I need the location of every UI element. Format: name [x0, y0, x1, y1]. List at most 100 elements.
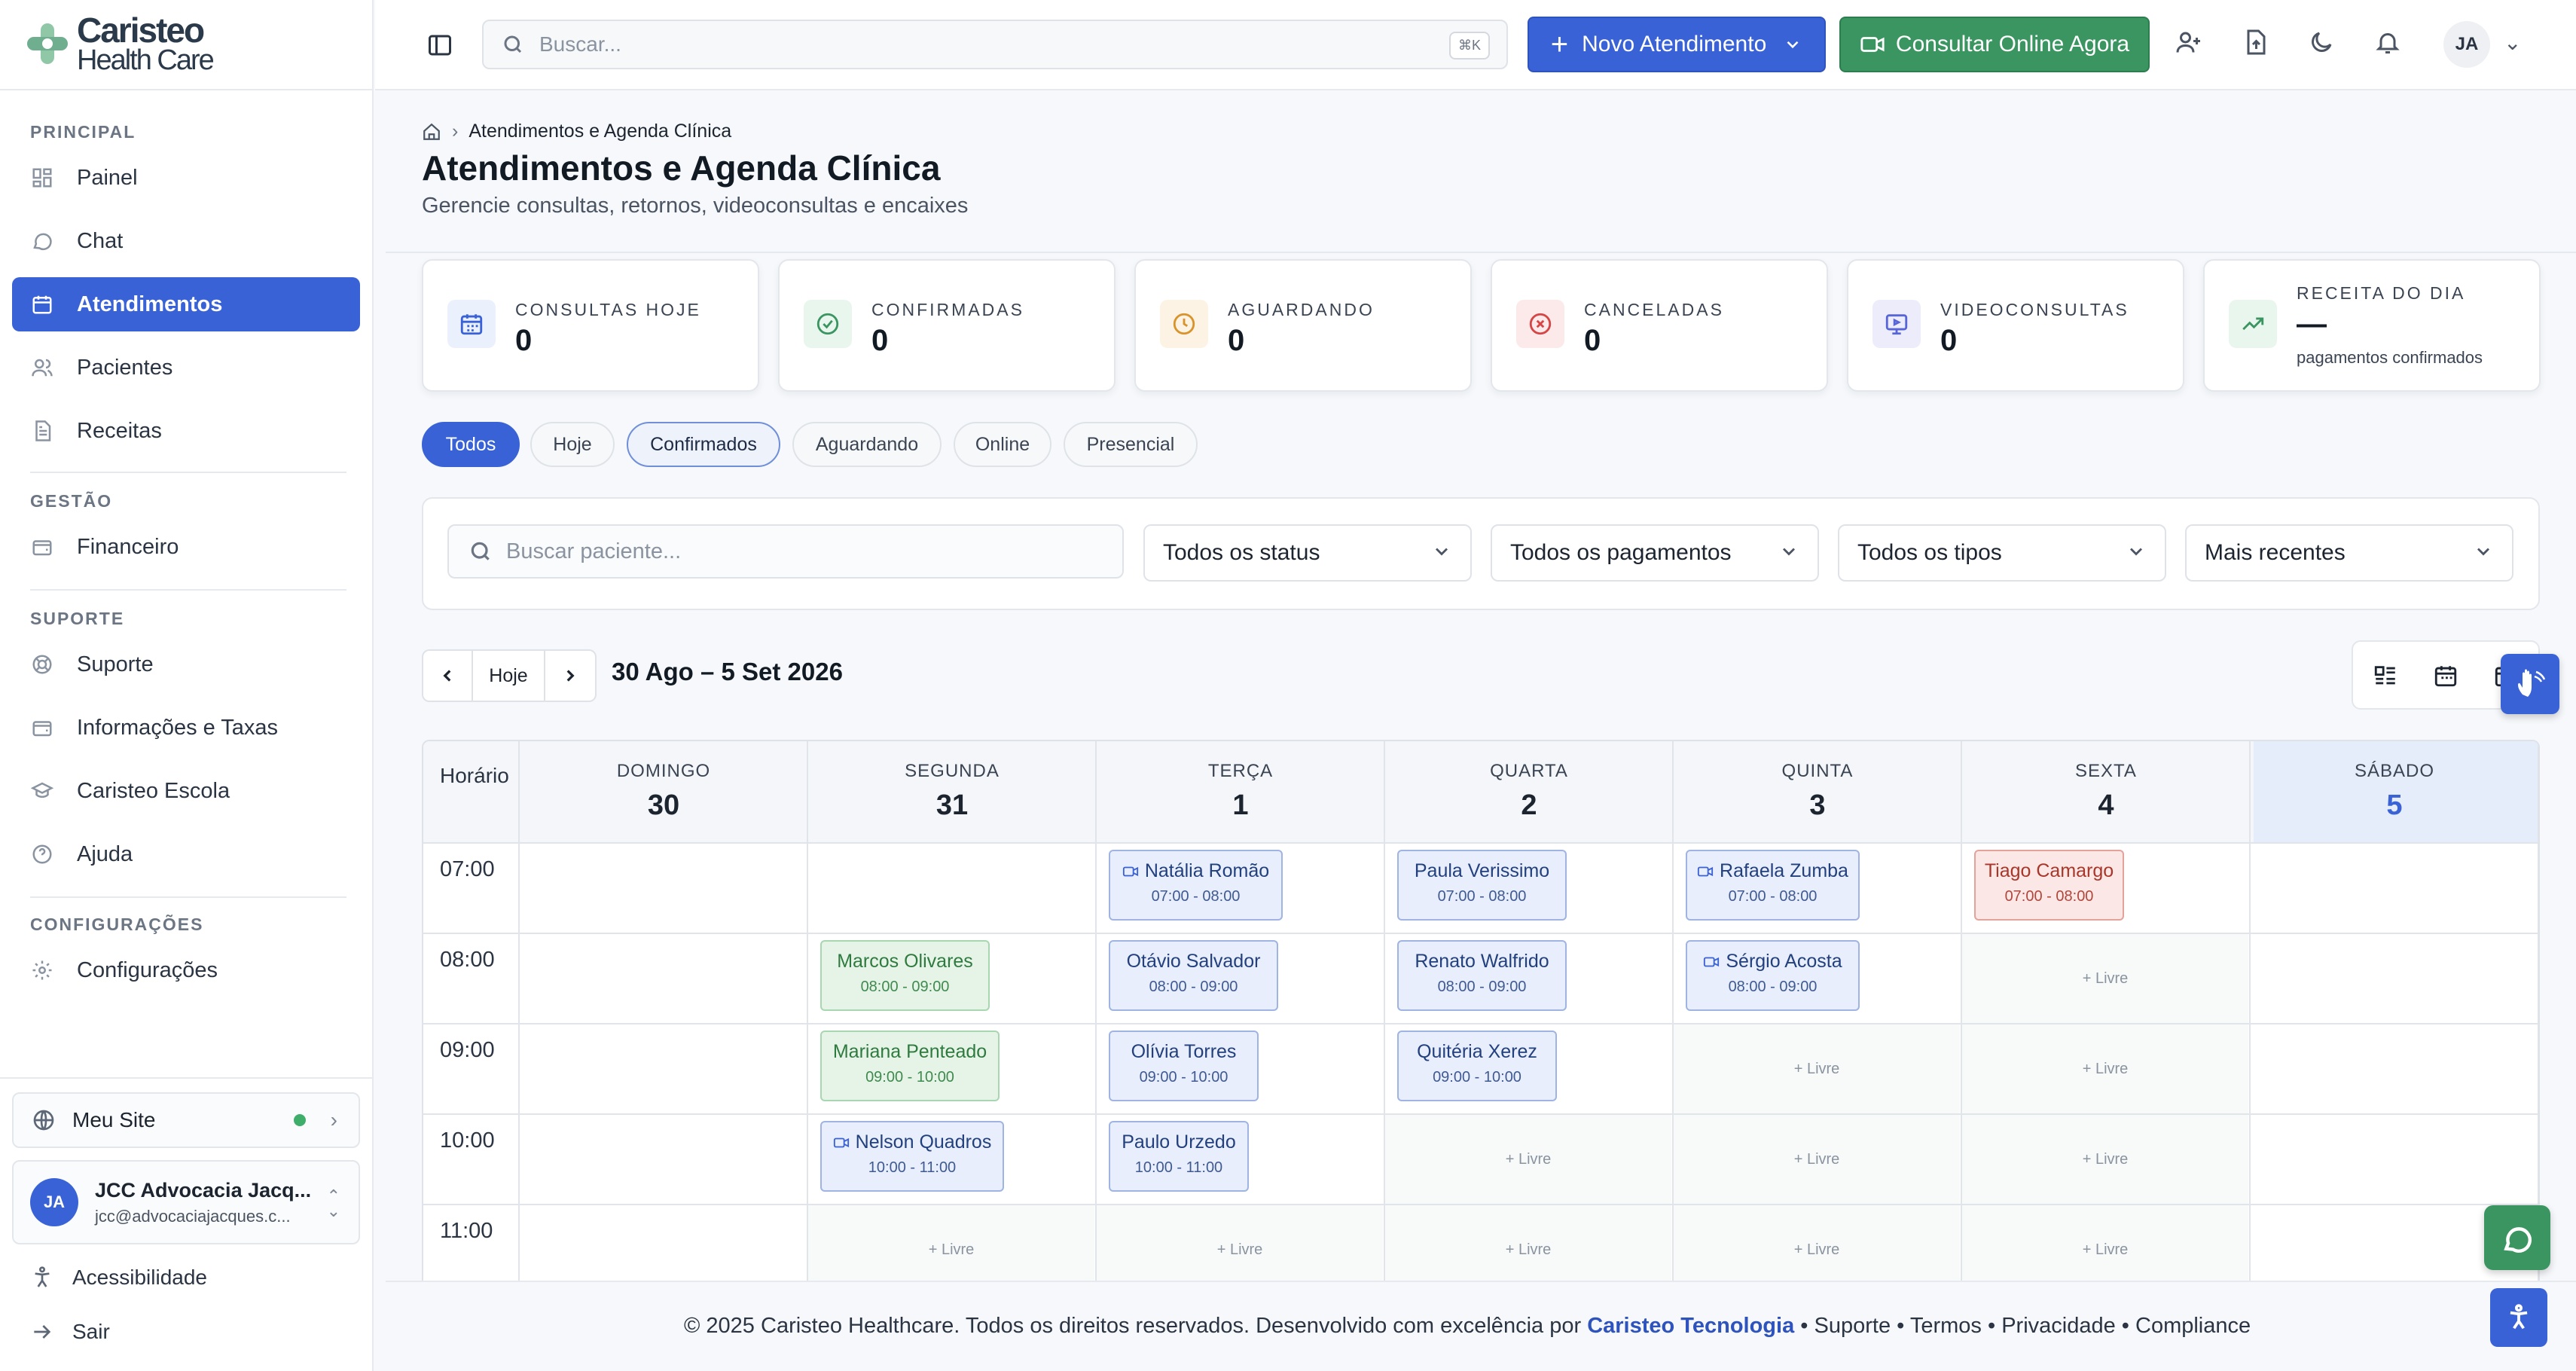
patient-name: Olívia Torres: [1110, 1041, 1257, 1063]
ordenacao-select[interactable]: Mais recentes: [2185, 524, 2513, 582]
sidebar-item-receitas[interactable]: Receitas: [12, 404, 360, 458]
consultar-online-label: Consultar Online Agora: [1895, 32, 2130, 56]
day-header-terça[interactable]: TERÇA 1: [1097, 761, 1384, 822]
caristeo-tecnologia-link[interactable]: Caristeo Tecnologia: [1587, 1314, 1794, 1338]
appointment-card[interactable]: Natália Romão 07:00 - 08:00: [1109, 850, 1283, 921]
day-header-quinta[interactable]: QUINTA 3: [1674, 761, 1961, 822]
appointment-card[interactable]: Sérgio Acosta 08:00 - 09:00: [1686, 940, 1860, 1011]
home-icon[interactable]: [422, 122, 441, 142]
footer-link-privacidade[interactable]: Privacidade: [2001, 1314, 2116, 1338]
free-slot-cell[interactable]: + Livre: [1674, 1115, 1960, 1204]
chevron-right-icon: ›: [452, 121, 459, 142]
sidebar-item-suporte[interactable]: Suporte: [12, 637, 360, 692]
acessibilidade-link[interactable]: Acessibilidade: [30, 1266, 207, 1290]
sidebar-item-atendimentos[interactable]: Atendimentos: [12, 277, 360, 331]
global-search-input[interactable]: Buscar... ⌘K: [482, 20, 1508, 69]
patient-search-input[interactable]: Buscar paciente...: [447, 524, 1124, 579]
pagamentos-select[interactable]: Todos os pagamentos: [1491, 524, 1819, 582]
appointment-card[interactable]: Tiago Camargo 07:00 - 08:00: [1974, 850, 2124, 921]
appointment-card[interactable]: Paula Verissimo 07:00 - 08:00: [1397, 850, 1567, 921]
free-slot-cell[interactable]: + Livre: [1097, 1205, 1383, 1281]
patient-name: Natália Romão: [1110, 860, 1281, 882]
sidebar-toggle-icon[interactable]: [426, 32, 455, 59]
day-header-sexta[interactable]: SEXTA 4: [1962, 761, 2250, 822]
appointment-card[interactable]: Renato Walfrido 08:00 - 09:00: [1397, 940, 1567, 1011]
time-label: 10:00: [440, 1128, 495, 1153]
filter-chip-hoje[interactable]: Hoje: [530, 422, 615, 467]
accessibility-icon[interactable]: [2490, 1288, 2547, 1347]
footer-link-compliance[interactable]: Compliance: [2135, 1314, 2251, 1338]
day-name: QUINTA: [1781, 761, 1854, 781]
stat-note: pagamentos confirmados: [2297, 348, 2483, 367]
filter-chip-todos[interactable]: Todos: [422, 422, 520, 467]
video-camera-icon: [833, 1137, 849, 1147]
bell-icon[interactable]: [2374, 29, 2404, 59]
add-user-icon[interactable]: [2175, 29, 2205, 59]
free-slot-cell[interactable]: + Livre: [1674, 1205, 1960, 1281]
patient-name: Mariana Penteado: [822, 1041, 998, 1063]
day-number: 4: [2098, 789, 2114, 821]
day-header-sábado[interactable]: SÁBADO 5: [2251, 761, 2538, 822]
sair-link[interactable]: Sair: [30, 1320, 110, 1344]
export-file-icon[interactable]: [2242, 29, 2272, 59]
moon-icon[interactable]: [2308, 29, 2338, 59]
today-button[interactable]: Hoje: [473, 651, 545, 701]
appointment-time: 09:00 - 10:00: [865, 1069, 954, 1086]
novo-atendimento-button[interactable]: + Novo Atendimento: [1528, 17, 1826, 72]
lifebuoy-icon: [30, 652, 54, 676]
free-slot-cell[interactable]: + Livre: [1962, 1205, 2248, 1281]
sidebar-item-configuracoes[interactable]: Configurações: [12, 943, 360, 997]
sign-language-icon[interactable]: [2501, 654, 2559, 714]
day-header-domingo[interactable]: DOMINGO 30: [520, 761, 807, 822]
sidebar-item-ajuda[interactable]: Ajuda: [12, 827, 360, 881]
filter-chip-online[interactable]: Online: [954, 422, 1051, 467]
appointment-card[interactable]: Otávio Salvador 08:00 - 09:00: [1109, 940, 1278, 1011]
next-week-button[interactable]: [545, 651, 595, 701]
appointment-card[interactable]: Rafaela Zumba 07:00 - 08:00: [1686, 850, 1860, 921]
footer-link-suporte[interactable]: Suporte: [1814, 1314, 1891, 1338]
appointment-card[interactable]: Paulo Urzedo 10:00 - 11:00: [1109, 1121, 1249, 1192]
horario-column-header: Horário: [440, 764, 509, 787]
sidebar-item-informacoes-taxas[interactable]: Informações e Taxas: [12, 701, 360, 755]
previous-week-button[interactable]: [423, 651, 473, 701]
filter-chip-presencial[interactable]: Presencial: [1064, 422, 1198, 467]
appointment-card[interactable]: Olívia Torres 09:00 - 10:00: [1109, 1031, 1259, 1101]
week-view-icon[interactable]: [2433, 663, 2460, 690]
chevron-down-icon[interactable]: ⌄: [2504, 30, 2521, 55]
brand-logo[interactable]: Caristeo Health Care: [23, 13, 215, 75]
sidebar-item-caristeo-escola[interactable]: Caristeo Escola: [12, 764, 360, 818]
avatar[interactable]: JA: [2443, 21, 2490, 68]
status-select[interactable]: Todos os status: [1143, 524, 1472, 582]
filter-chip-aguardando[interactable]: Aguardando: [792, 422, 942, 467]
appointment-card[interactable]: Nelson Quadros 10:00 - 11:00: [820, 1121, 1004, 1192]
appointment-card[interactable]: Quitéria Xerez 09:00 - 10:00: [1397, 1031, 1557, 1101]
footer-link-termos[interactable]: Termos: [1910, 1314, 1982, 1338]
free-slot-cell[interactable]: + Livre: [1385, 1205, 1671, 1281]
filter-chip-confirmados[interactable]: Confirmados: [627, 422, 780, 467]
appointment-card[interactable]: Marcos Olivares 08:00 - 09:00: [820, 940, 990, 1011]
chat-bubble-icon[interactable]: [2484, 1205, 2550, 1270]
day-header-segunda[interactable]: SEGUNDA 31: [808, 761, 1096, 822]
sidebar-item-chat[interactable]: Chat: [12, 214, 360, 268]
user-email: jcc@advocaciajacques.c...: [95, 1206, 291, 1226]
free-slot-cell[interactable]: + Livre: [1962, 1024, 2248, 1113]
day-header-quarta[interactable]: QUARTA 2: [1385, 761, 1673, 822]
sidebar-item-label: Ajuda: [77, 841, 133, 866]
consultar-online-button[interactable]: Consultar Online Agora: [1839, 17, 2150, 72]
list-view-icon[interactable]: [2373, 663, 2400, 690]
sidebar-item-pacientes[interactable]: Pacientes: [12, 340, 360, 395]
user-menu[interactable]: JA JCC Advocacia Jacq... jcc@advocaciaja…: [12, 1160, 360, 1244]
tipos-select[interactable]: Todos os tipos: [1838, 524, 2166, 582]
free-slot-cell[interactable]: + Livre: [1962, 1115, 2248, 1204]
sidebar-item-painel[interactable]: Painel: [12, 151, 360, 205]
free-slot-cell[interactable]: + Livre: [1674, 1024, 1960, 1113]
free-slot-cell[interactable]: + Livre: [1962, 934, 2248, 1023]
free-slot-cell[interactable]: + Livre: [808, 1205, 1094, 1281]
appointment-card[interactable]: Mariana Penteado 09:00 - 10:00: [820, 1031, 1000, 1101]
free-slot-cell[interactable]: + Livre: [1385, 1115, 1671, 1204]
stat-value: 0: [871, 324, 889, 357]
meu-site-button[interactable]: Meu Site ›: [12, 1092, 360, 1148]
caristeo-cross-icon: [27, 23, 68, 64]
sidebar-item-label: Financeiro: [77, 534, 179, 559]
sidebar-item-financeiro[interactable]: Financeiro: [12, 520, 360, 574]
